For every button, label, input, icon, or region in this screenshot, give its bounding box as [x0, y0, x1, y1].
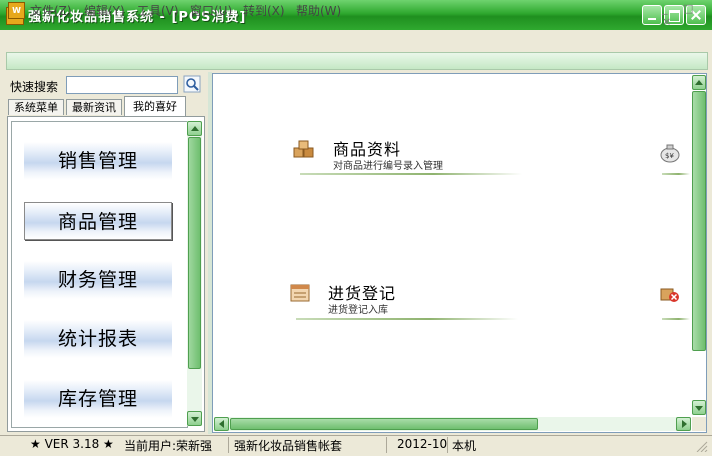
tab-favorites[interactable]: 我的喜好 [124, 96, 186, 116]
search-label: 快速搜索 [10, 80, 59, 94]
search-button[interactable] [183, 75, 201, 93]
toolbar-band [6, 52, 708, 70]
status-version: ★ VER 3.18 ★ [30, 437, 114, 451]
money-bag-icon[interactable]: $¥ [659, 143, 681, 163]
status-period: 2012-10 [397, 437, 448, 451]
nav-scroll-down-button[interactable] [187, 411, 202, 426]
box-delete-svg [660, 288, 679, 302]
product-boxes-icon[interactable] [293, 140, 315, 160]
status-current-user: 当前用户:荣新强 [124, 439, 213, 453]
menu-file[interactable]: 文件(Z) [30, 2, 72, 19]
nav-sales-management[interactable]: 销售管理 [24, 142, 172, 180]
item-desc-purchase-register: 进货登记入库 [328, 305, 388, 316]
tab-system-menu[interactable]: 系统菜单 [8, 99, 64, 115]
main-horizontal-scroll-thumb[interactable] [230, 418, 538, 430]
nav-statistics-report[interactable]: 统计报表 [24, 320, 172, 358]
resize-grip-svg [696, 441, 708, 453]
menu-tools[interactable]: 工具(V) [137, 2, 179, 19]
main-scroll-down-button[interactable] [692, 400, 706, 415]
search-input[interactable] [66, 76, 178, 94]
main-content [212, 73, 707, 433]
status-divider [386, 437, 387, 453]
menu-help[interactable]: 帮助(W) [296, 2, 341, 19]
box-delete-icon[interactable] [659, 284, 681, 304]
nav-scroll-up-button[interactable] [187, 121, 202, 136]
menu-bar [0, 30, 712, 50]
nav-product-management[interactable]: 商品管理 [24, 202, 172, 240]
main-scroll-right-button[interactable] [676, 417, 691, 431]
boxes-svg [293, 140, 314, 158]
item-divider [662, 318, 690, 320]
scroll-corner [692, 417, 706, 431]
register-book-svg [290, 284, 310, 302]
minimize-icon [643, 6, 661, 24]
main-vertical-scroll-thumb[interactable] [692, 91, 706, 351]
menu-edit[interactable]: 编辑(Y) [84, 2, 125, 19]
money-bag-svg: $¥ [660, 144, 680, 163]
svg-text:$¥: $¥ [665, 152, 674, 160]
item-divider [662, 173, 690, 175]
item-divider [296, 318, 518, 320]
nav-scroll-thumb[interactable] [188, 137, 201, 369]
status-location: 本机 [452, 439, 477, 453]
search-icon [183, 75, 201, 93]
resize-grip-icon[interactable] [694, 440, 708, 453]
menu-window[interactable]: 窗口(U) [190, 2, 232, 19]
nav-inventory-management[interactable]: 库存管理 [24, 380, 172, 418]
minimize-button[interactable] [642, 5, 662, 25]
mdi-window-buttons[interactable]: _ □ × [662, 2, 712, 28]
nav-finance-management[interactable]: 财务管理 [24, 261, 172, 299]
item-divider [300, 173, 522, 175]
menu-goto[interactable]: 转到(X) [243, 2, 285, 19]
status-divider [447, 437, 448, 453]
main-scroll-left-button[interactable] [214, 417, 229, 431]
main-scroll-up-button[interactable] [692, 75, 706, 90]
status-divider [228, 437, 229, 453]
document-icon[interactable]: W [8, 2, 25, 19]
tab-latest-news[interactable]: 最新资讯 [66, 99, 122, 115]
item-desc-product-info: 对商品进行编号录入管理 [333, 161, 443, 172]
status-account: 强新化妆品销售帐套 [234, 439, 343, 453]
register-book-icon[interactable] [289, 283, 311, 303]
